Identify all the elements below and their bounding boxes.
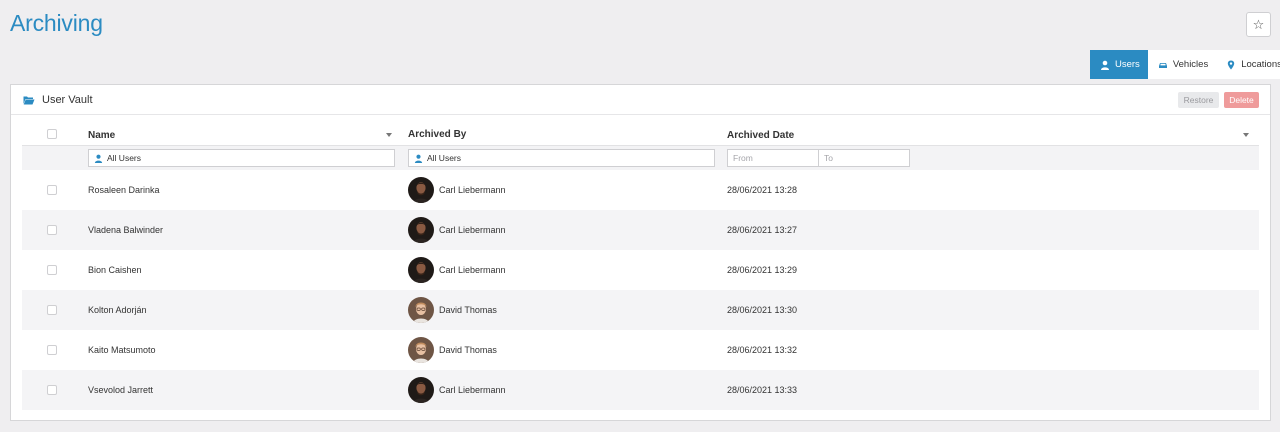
row-name: Vsevolod Jarrett <box>88 385 154 395</box>
row-checkbox[interactable] <box>47 345 57 355</box>
row-checkbox[interactable] <box>47 265 57 275</box>
table-row[interactable]: Kaito Matsumoto David Thomas 28/06/2021 13… <box>22 330 1259 370</box>
avatar <box>408 217 434 243</box>
archived-by-filter-value: All Users <box>427 153 462 163</box>
date-to-placeholder: To <box>824 153 833 163</box>
archived-by-filter-input[interactable]: All Users <box>408 149 715 167</box>
row-archived-by: David Thomas <box>439 345 497 355</box>
column-header-archived-by[interactable]: Archived By <box>408 129 466 140</box>
table-row[interactable]: Vsevolod Jarrett Carl Liebermann 28/06/202… <box>22 370 1259 410</box>
user-icon <box>414 154 423 163</box>
tab-label: Locations <box>1241 59 1280 70</box>
date-sort-caret-icon[interactable] <box>1243 133 1249 137</box>
table-row[interactable]: Kolton Adorján David Thomas 28/06/2021 13:… <box>22 290 1259 330</box>
row-checkbox[interactable] <box>47 305 57 315</box>
star-icon: ☆ <box>1252 16 1265 32</box>
row-checkbox[interactable] <box>47 385 57 395</box>
table-row[interactable]: Vladena Balwinder Carl Liebermann 28/06/20… <box>22 210 1259 250</box>
row-archived-by: Carl Liebermann <box>439 265 506 275</box>
tab-users[interactable]: Users <box>1090 50 1148 79</box>
row-name: Rosaleen Darinka <box>88 185 160 195</box>
avatar <box>408 297 434 323</box>
entity-tabs: Users Vehicles Locations <box>1090 50 1280 79</box>
date-from-placeholder: From <box>733 153 753 163</box>
tab-locations[interactable]: Locations <box>1216 50 1280 79</box>
restore-button[interactable]: Restore <box>1178 92 1219 108</box>
filter-row: All Users All Users From To <box>22 146 1259 170</box>
user-icon <box>94 154 103 163</box>
tab-label: Vehicles <box>1172 59 1209 70</box>
select-all-checkbox[interactable] <box>47 129 57 139</box>
folder-open-icon <box>23 96 35 104</box>
table-row[interactable]: Rosaleen Darinka Carl Liebermann 28/06/202… <box>22 170 1259 210</box>
favorite-button[interactable]: ☆ <box>1246 12 1271 37</box>
avatar <box>408 257 434 283</box>
user-icon <box>1101 60 1109 70</box>
name-filter-value: All Users <box>107 153 142 163</box>
column-header-archived-date[interactable]: Archived Date <box>727 130 794 141</box>
row-name: Kaito Matsumoto <box>88 345 156 355</box>
row-archived-by: Carl Liebermann <box>439 385 506 395</box>
row-checkbox[interactable] <box>47 185 57 195</box>
tab-label: Users <box>1115 59 1140 70</box>
panel-title: User Vault <box>42 93 93 106</box>
delete-button[interactable]: Delete <box>1224 92 1259 108</box>
avatar <box>408 177 434 203</box>
row-archived-by: David Thomas <box>439 305 497 315</box>
row-archived-date: 28/06/2021 13:33 <box>727 385 798 395</box>
map-pin-icon <box>1228 60 1235 69</box>
table-row[interactable]: Bion Caishen Carl Liebermann 28/06/2021 13… <box>22 250 1259 290</box>
date-from-input[interactable]: From <box>727 149 819 167</box>
name-filter-input[interactable]: All Users <box>88 149 395 167</box>
name-sort-caret-icon[interactable] <box>386 133 392 137</box>
date-to-input[interactable]: To <box>818 149 910 167</box>
panel-header: User Vault <box>11 85 1270 115</box>
row-name: Bion Caishen <box>88 265 142 275</box>
row-archived-date: 28/06/2021 13:29 <box>727 265 798 275</box>
column-header-name[interactable]: Name <box>88 130 115 141</box>
page-title: Archiving <box>10 10 103 36</box>
table-body: Rosaleen Darinka Carl Liebermann 28/06/202… <box>22 170 1259 410</box>
row-archived-by: Carl Liebermann <box>439 185 506 195</box>
row-archived-date: 28/06/2021 13:28 <box>727 185 798 195</box>
row-archived-by: Carl Liebermann <box>439 225 506 235</box>
avatar <box>408 377 434 403</box>
row-archived-date: 28/06/2021 13:32 <box>727 345 798 355</box>
table-header: Name Archived By Archived Date <box>22 122 1259 146</box>
row-archived-date: 28/06/2021 13:27 <box>727 225 798 235</box>
user-vault-panel: User Vault Restore Delete Name Archived … <box>10 84 1271 421</box>
avatar <box>408 337 434 363</box>
row-checkbox[interactable] <box>47 225 57 235</box>
row-archived-date: 28/06/2021 13:30 <box>727 305 798 315</box>
tab-vehicles[interactable]: Vehicles <box>1147 50 1217 79</box>
row-name: Kolton Adorján <box>88 305 147 315</box>
row-name: Vladena Balwinder <box>88 225 164 235</box>
archive-table: Name Archived By Archived Date All Users… <box>22 122 1259 410</box>
car-icon <box>1158 62 1167 68</box>
